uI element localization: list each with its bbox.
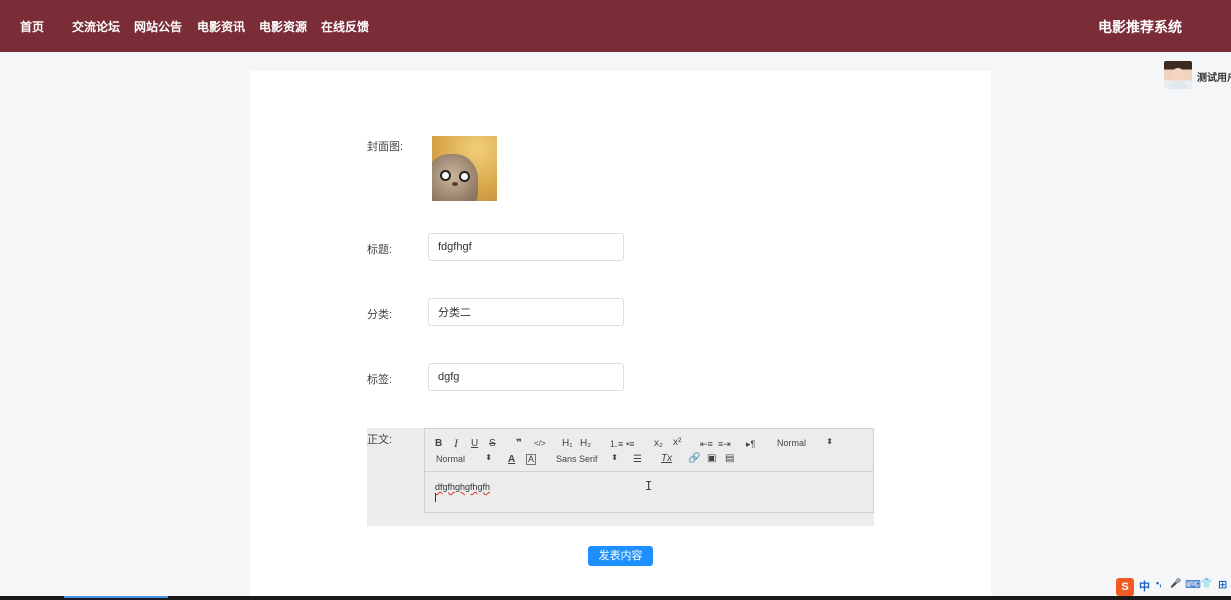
underline-button[interactable]: U bbox=[471, 438, 478, 450]
bullet-list-icon[interactable]: •≡ bbox=[626, 438, 634, 450]
blockquote-icon[interactable]: ❞ bbox=[516, 438, 522, 450]
header-select[interactable]: Normal ⬍ bbox=[777, 437, 833, 448]
sogou-ime-icon[interactable]: S bbox=[1116, 578, 1134, 596]
ibeam-cursor-icon: I bbox=[645, 479, 653, 493]
top-nav-bar: 首页 交流论坛 网站公告 电影资讯 电影资源 在线反馈 电影推荐系统 bbox=[0, 0, 1231, 52]
user-name[interactable]: 测试用户 bbox=[1197, 69, 1231, 84]
nav-item-feedback[interactable]: 在线反馈 bbox=[321, 18, 369, 35]
cover-image bbox=[432, 154, 478, 201]
tags-input[interactable] bbox=[428, 363, 624, 391]
punctuation-icon[interactable]: •, bbox=[1156, 578, 1162, 588]
category-select[interactable] bbox=[428, 298, 624, 326]
editor-toolbar: B I U S ❞ </> H₁ H₂ ⒈≡ •≡ x₂ x² ⇤≡ ≡⇥ ▸¶… bbox=[425, 429, 873, 472]
microphone-icon[interactable]: 🎤 bbox=[1170, 578, 1181, 589]
text-direction-icon[interactable]: ▸¶ bbox=[746, 438, 755, 450]
video-icon[interactable]: ▤ bbox=[725, 453, 734, 465]
link-icon[interactable]: 🔗 bbox=[688, 453, 700, 465]
category-label: 分类: bbox=[367, 309, 393, 321]
rich-text-editor: B I U S ❞ </> H₁ H₂ ⒈≡ •≡ x₂ x² ⇤≡ ≡⇥ ▸¶… bbox=[424, 428, 874, 513]
title-label: 标题: bbox=[367, 244, 393, 256]
superscript-button[interactable]: x² bbox=[673, 437, 681, 449]
body-label: 正文: bbox=[367, 434, 393, 446]
taskbar-edge bbox=[0, 596, 1231, 600]
nav-item-movie-resources[interactable]: 电影资源 bbox=[259, 18, 307, 35]
header2-button[interactable]: H₂ bbox=[580, 438, 591, 450]
toolbox-icon[interactable]: ⊞ bbox=[1218, 578, 1227, 591]
skin-icon[interactable]: 👕 bbox=[1201, 578, 1212, 589]
outdent-icon[interactable]: ⇤≡ bbox=[700, 438, 713, 450]
image-icon[interactable]: ▣ bbox=[707, 453, 716, 465]
align-icon[interactable]: ☰ bbox=[633, 454, 642, 466]
subscript-button[interactable]: x₂ bbox=[654, 438, 663, 450]
ordered-list-icon[interactable]: ⒈≡ bbox=[609, 438, 623, 450]
title-input[interactable] bbox=[428, 233, 624, 261]
keyboard-icon[interactable]: ⌨ bbox=[1185, 578, 1201, 591]
indent-icon[interactable]: ≡⇥ bbox=[718, 438, 731, 450]
chevron-updown-icon: ⬍ bbox=[826, 437, 833, 446]
background-color-icon[interactable]: A bbox=[526, 454, 537, 465]
nav-item-home[interactable]: 首页 bbox=[20, 18, 44, 35]
text-color-icon[interactable]: A bbox=[508, 454, 515, 466]
header1-button[interactable]: H₁ bbox=[562, 438, 573, 450]
nav-item-movie-news[interactable]: 电影资讯 bbox=[197, 18, 245, 35]
avatar[interactable] bbox=[1164, 61, 1192, 89]
post-form-card: 封面图: 标题: 分类: 标签: 正文: B I U S ❞ </> H₁ H₂… bbox=[250, 71, 991, 600]
tags-label: 标签: bbox=[367, 374, 393, 386]
cover-image-upload[interactable] bbox=[432, 136, 497, 201]
text-caret bbox=[435, 493, 436, 502]
cover-label: 封面图: bbox=[367, 141, 404, 153]
bold-button[interactable]: B bbox=[435, 438, 442, 450]
nav-item-forum[interactable]: 交流论坛 bbox=[72, 18, 120, 35]
chevron-updown-icon: ⬍ bbox=[611, 453, 618, 462]
nav-item-announcements[interactable]: 网站公告 bbox=[134, 18, 182, 35]
chevron-updown-icon: ⬍ bbox=[485, 453, 492, 462]
editor-content[interactable]: dfgfhghgfhgfh bbox=[435, 482, 490, 492]
publish-button[interactable]: 发表内容 bbox=[588, 546, 653, 566]
strike-button[interactable]: S bbox=[489, 438, 496, 450]
size-select[interactable]: Normal ⬍ bbox=[436, 453, 492, 464]
italic-button[interactable]: I bbox=[454, 437, 458, 449]
body-editor-section: 正文: B I U S ❞ </> H₁ H₂ ⒈≡ •≡ x₂ x² ⇤≡ ≡… bbox=[367, 428, 874, 526]
font-select[interactable]: Sans Serif ⬍ bbox=[556, 453, 618, 464]
user-menu[interactable]: 测试用户 bbox=[1164, 61, 1231, 89]
code-block-icon[interactable]: </> bbox=[534, 438, 546, 450]
ime-toolbar: S 中 •, 🎤 ⌨ 👕 ⊞ bbox=[1116, 578, 1231, 596]
chinese-mode-icon[interactable]: 中 bbox=[1139, 578, 1150, 594]
site-title: 电影推荐系统 bbox=[1098, 19, 1182, 35]
clean-format-icon[interactable]: Tx bbox=[661, 453, 672, 465]
